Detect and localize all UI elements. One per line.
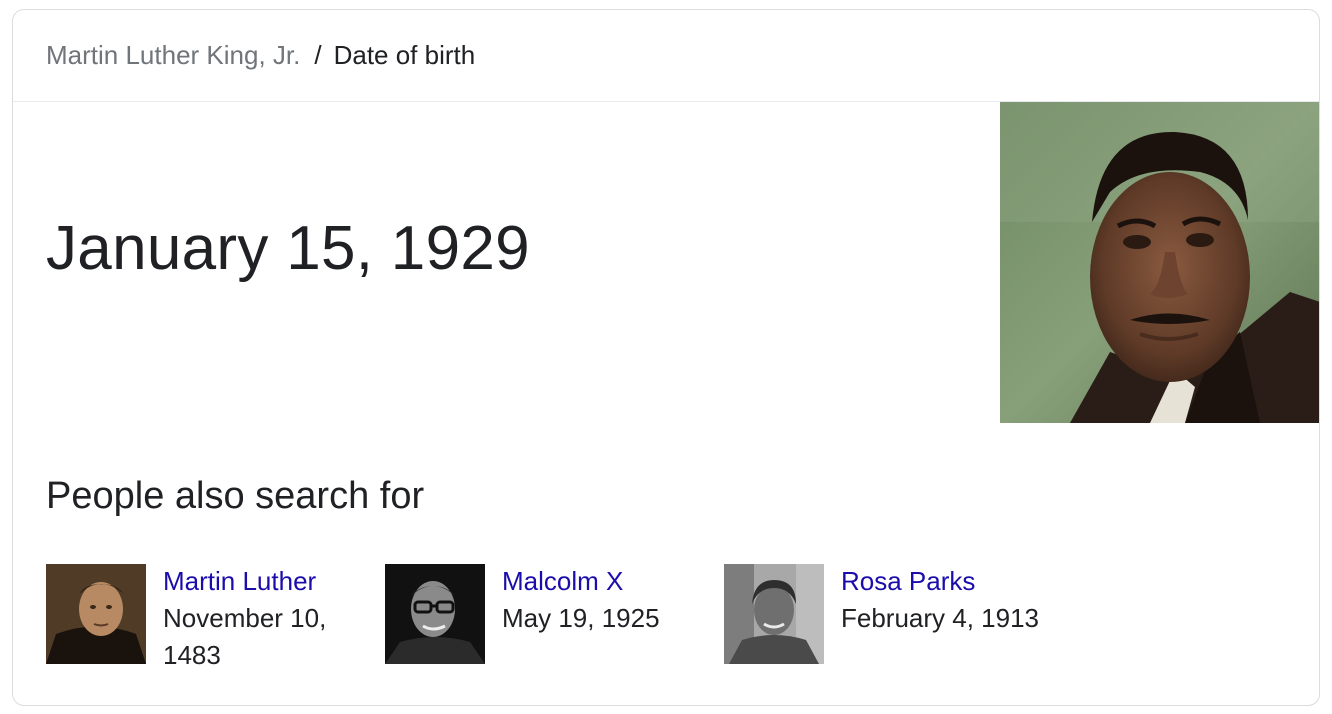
portrait-illustration bbox=[1000, 102, 1319, 423]
person-name-link[interactable]: Malcolm X bbox=[502, 563, 702, 600]
related-person-rosa-parks[interactable]: Rosa Parks February 4, 1913 bbox=[724, 564, 1063, 674]
person-thumbnail[interactable] bbox=[46, 564, 146, 664]
breadcrumb-parent-link[interactable]: Martin Luther King, Jr. bbox=[46, 40, 300, 71]
breadcrumb: Martin Luther King, Jr. / Date of birth bbox=[13, 10, 1319, 102]
answer-value: January 15, 1929 bbox=[46, 214, 530, 283]
person-thumbnail[interactable] bbox=[385, 564, 485, 664]
related-people-list: Martin Luther November 10, 1483 Malcolm bbox=[46, 564, 1063, 674]
related-person-malcolm-x[interactable]: Malcolm X May 19, 1925 bbox=[385, 564, 724, 674]
person-birth-date: May 19, 1925 bbox=[502, 603, 660, 633]
person-birth-date: November 10, 1483 bbox=[163, 603, 327, 670]
people-also-search-heading: People also search for bbox=[46, 475, 425, 517]
malcolm-x-portrait bbox=[385, 564, 485, 664]
knowledge-card: Martin Luther King, Jr. / Date of birth … bbox=[12, 9, 1320, 706]
breadcrumb-separator: / bbox=[314, 40, 322, 70]
related-person-martin-luther[interactable]: Martin Luther November 10, 1483 bbox=[46, 564, 385, 674]
person-thumbnail[interactable] bbox=[724, 564, 824, 664]
breadcrumb-current: Date of birth bbox=[333, 40, 476, 70]
rosa-parks-portrait bbox=[724, 564, 824, 664]
hero-portrait-image[interactable] bbox=[1000, 102, 1319, 423]
person-name-link[interactable]: Rosa Parks bbox=[841, 563, 1041, 600]
person-birth-date: February 4, 1913 bbox=[841, 603, 1040, 633]
martin-luther-portrait bbox=[46, 564, 146, 664]
person-name-link[interactable]: Martin Luther bbox=[163, 563, 363, 600]
